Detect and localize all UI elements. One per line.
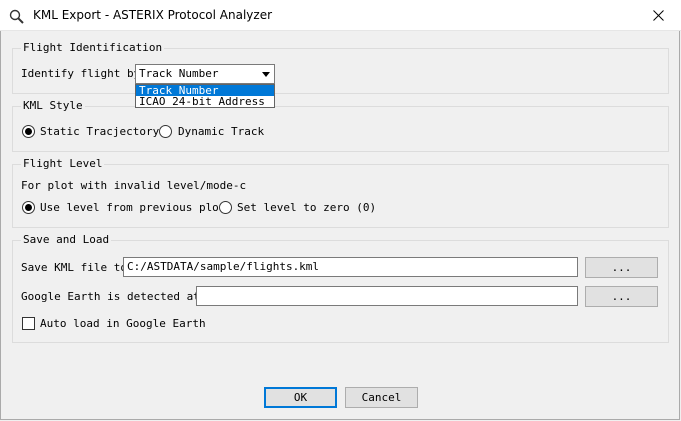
window-title: KML Export - ASTERIX Protocol Analyzer: [33, 8, 273, 22]
flight-level-group: Flight Level: [12, 157, 669, 228]
identify-flight-dropdown: Track Number ICAO 24-bit Address: [135, 84, 275, 108]
static-trajectory-label[interactable]: Static Tracjectory: [40, 125, 159, 139]
save-kml-path-field[interactable]: C:/ASTDATA/sample/flights.kml: [123, 257, 578, 277]
save-kml-browse-button[interactable]: ...: [585, 257, 658, 278]
identify-flight-select[interactable]: Track Number: [135, 64, 275, 84]
app-icon: [9, 9, 24, 24]
dynamic-track-radio[interactable]: [159, 125, 172, 138]
auto-load-label[interactable]: Auto load in Google Earth: [40, 317, 206, 331]
set-level-zero-radio[interactable]: [219, 201, 232, 214]
google-earth-browse-button[interactable]: ...: [585, 286, 658, 307]
cancel-button[interactable]: Cancel: [345, 387, 418, 408]
dynamic-track-label[interactable]: Dynamic Track: [178, 125, 264, 139]
google-earth-label: Google Earth is detected at: [21, 290, 200, 303]
title-bar: KML Export - ASTERIX Protocol Analyzer: [0, 0, 681, 31]
close-button[interactable]: [635, 0, 681, 30]
set-level-zero-label[interactable]: Set level to zero (0): [237, 201, 376, 215]
ok-button[interactable]: OK: [264, 387, 337, 408]
flight-identification-legend: Flight Identification: [21, 41, 165, 55]
identify-flight-selected-value: Track Number: [139, 67, 219, 80]
close-icon: [652, 9, 664, 21]
kml-style-legend: KML Style: [21, 99, 85, 113]
flight-level-legend: Flight Level: [21, 157, 105, 171]
static-trajectory-radio[interactable]: [22, 125, 35, 138]
identify-flight-label: Identify flight by: [21, 67, 141, 80]
chevron-down-icon[interactable]: [262, 72, 270, 77]
dropdown-option-icao-address[interactable]: ICAO 24-bit Address: [136, 96, 274, 107]
save-load-legend: Save and Load: [21, 233, 112, 247]
use-previous-level-radio[interactable]: [22, 201, 35, 214]
use-previous-level-label[interactable]: Use level from previous plot: [40, 201, 225, 215]
save-kml-label: Save KML file to: [21, 261, 127, 274]
flight-level-description: For plot with invalid level/mode-c: [21, 179, 247, 192]
google-earth-path-field[interactable]: [196, 286, 578, 306]
auto-load-checkbox[interactable]: [22, 317, 35, 330]
